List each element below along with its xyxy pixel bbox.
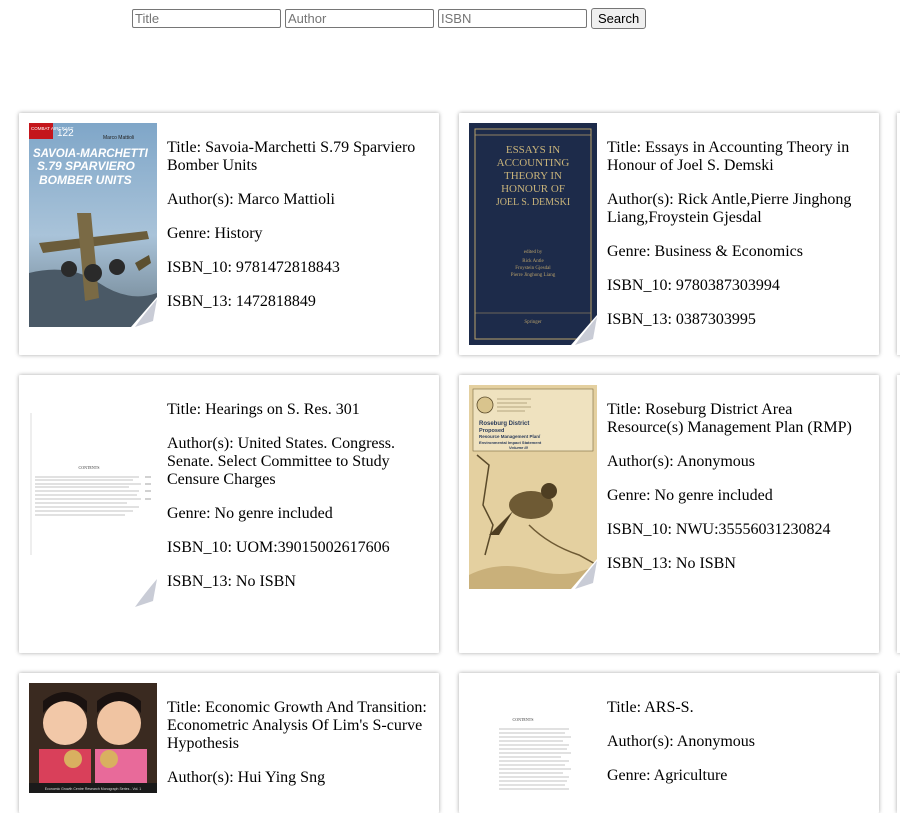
book-isbn10: ISBN_10: 9780387303994 [607, 277, 780, 294]
book-card[interactable]: CONTENTS Title: Hearings on S. Res. 301 … [19, 375, 439, 653]
book-genre: Genre: History [167, 225, 263, 242]
book-card[interactable]: ESSAYS IN ACCOUNTING THEORY IN HONOUR OF… [459, 113, 879, 355]
book-title: Title: Savoia-Marchetti S.79 Sparviero B… [167, 139, 416, 174]
book-cover-image[interactable]: CONTENTS [469, 683, 597, 793]
cover-author: Marco Mattioli [103, 135, 134, 141]
cover-title-line2: S.79 SPARVIERO [37, 159, 135, 173]
cover-series-number: 122 [57, 128, 74, 139]
cover-edited-by: edited by [524, 250, 543, 255]
book-authors: Author(s): United States. Congress. Sena… [167, 435, 395, 488]
book-genre: Genre: Business & Economics [607, 243, 803, 260]
cover-title-line1: ESSAYS IN [506, 144, 560, 156]
cover-title-line4: HONOUR OF [501, 183, 565, 195]
book-cover-image[interactable]: Economic Growth Centre Research Monograp… [29, 683, 157, 793]
book-card[interactable]: COMBAT AIRCRAFT 122 Marco Mattioli SAVOI… [19, 113, 439, 355]
book-authors: Author(s): Marco Mattioli [167, 191, 335, 208]
book-info: Title: Savoia-Marchetti S.79 Sparviero B… [167, 139, 431, 327]
book-authors: Author(s): Rick Antle,Pierre Jinghong Li… [607, 191, 852, 226]
isbn-search-input[interactable] [438, 9, 587, 28]
book-cover-image[interactable]: COMBAT AIRCRAFT 122 Marco Mattioli SAVOI… [29, 123, 157, 327]
cover-contents-label: CONTENTS [513, 717, 534, 722]
cover-title-line3: THEORY IN [504, 170, 562, 182]
book-title: Title: Essays in Accounting Theory in Ho… [607, 139, 850, 174]
search-bar: Search [132, 8, 647, 29]
book-card[interactable]: CONTENTS Title: ARS-S. Author(s): Anonym… [459, 673, 879, 813]
book-authors: Author(s): Anonymous [607, 453, 755, 470]
cover-editor2: Froystein Gjesdal [515, 266, 551, 271]
book-title: Title: Economic Growth And Transition: E… [167, 699, 427, 752]
book-title: Title: ARS-S. [607, 699, 694, 716]
search-button[interactable]: Search [591, 8, 647, 29]
book-info: Title: Economic Growth And Transition: E… [167, 699, 431, 803]
book-card[interactable]: Economic Growth Centre Research Monograp… [19, 673, 439, 813]
book-isbn13: ISBN_13: 0387303995 [607, 311, 756, 328]
cover-title-line5: JOEL S. DEMSKI [496, 197, 570, 208]
cover-title-line2: ACCOUNTING [497, 157, 570, 169]
cover-title-line3: Resource Management Plan/ [479, 434, 541, 439]
cover-editor3: Pierre Jinghong Liang [511, 273, 556, 278]
book-isbn10: ISBN_10: 9781472818843 [167, 259, 340, 276]
book-isbn10: ISBN_10: NWU:35556031230824 [607, 521, 831, 538]
book-genre: Genre: No genre included [167, 505, 333, 522]
cover-editor1: Rick Antle [522, 259, 544, 264]
cover-series-label: Economic Growth Centre Research Monograp… [45, 787, 142, 791]
book-title: Title: Roseburg District Area Resource(s… [607, 401, 852, 436]
book-cover-image[interactable]: CONTENTS [29, 385, 157, 607]
cover-publisher: Springer [524, 320, 542, 325]
book-info: Title: ARS-S. Author(s): Anonymous Genre… [607, 699, 871, 801]
book-info: Title: Roseburg District Area Resource(s… [607, 401, 871, 589]
cover-title-line1: Roseburg District [479, 421, 529, 427]
cover-contents-label: CONTENTS [79, 465, 100, 470]
book-isbn13: ISBN_13: No ISBN [167, 573, 296, 590]
book-title: Title: Hearings on S. Res. 301 [167, 401, 360, 418]
book-cover-image[interactable]: ESSAYS IN ACCOUNTING THEORY IN HONOUR OF… [469, 123, 597, 345]
cover-title-line3: BOMBER UNITS [39, 173, 132, 187]
book-authors: Author(s): Hui Ying Sng [167, 769, 326, 786]
book-authors: Author(s): Anonymous [607, 733, 755, 750]
cover-volume: Volume III [509, 445, 529, 450]
book-card[interactable]: Roseburg District Proposed Resource Mana… [459, 375, 879, 653]
author-search-input[interactable] [285, 9, 434, 28]
book-info: Title: Hearings on S. Res. 301 Author(s)… [167, 401, 431, 607]
book-info: Title: Essays in Accounting Theory in Ho… [607, 139, 871, 345]
book-isbn10: ISBN_10: UOM:39015002617606 [167, 539, 390, 556]
book-isbn13: ISBN_13: No ISBN [607, 555, 736, 572]
title-search-input[interactable] [132, 9, 281, 28]
book-genre: Genre: No genre included [607, 487, 773, 504]
book-isbn13: ISBN_13: 1472818849 [167, 293, 316, 310]
book-cover-image[interactable]: Roseburg District Proposed Resource Mana… [469, 385, 597, 589]
book-genre: Genre: Agriculture [607, 767, 728, 784]
